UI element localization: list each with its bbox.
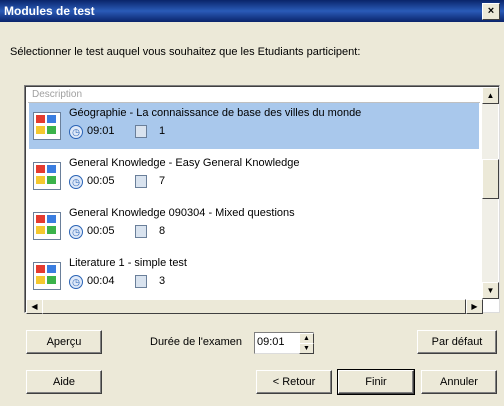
close-button[interactable]: × xyxy=(482,3,500,20)
item-name: General Knowledge 090304 - Mixed questio… xyxy=(69,207,295,219)
finish-button[interactable]: Finir xyxy=(337,369,415,395)
scroll-right-button[interactable]: ▶ xyxy=(466,299,483,314)
item-time: 00:04 xyxy=(87,275,115,287)
test-list[interactable]: Description Géographie - La connaissance… xyxy=(24,85,500,314)
window-title: Modules de test xyxy=(4,4,95,18)
item-name: General Knowledge - Easy General Knowled… xyxy=(69,157,300,169)
spinner-arrows[interactable]: ▲ ▼ xyxy=(299,333,314,354)
questions-icon xyxy=(135,225,147,238)
list-item[interactable]: Literature 1 - simple test ◷ 00:04 3 xyxy=(29,253,479,299)
item-count: 3 xyxy=(159,275,166,287)
item-count: 1 xyxy=(159,125,166,137)
questions-icon xyxy=(135,125,147,138)
test-module-icon xyxy=(33,162,61,190)
item-time: 00:05 xyxy=(87,225,115,237)
scroll-down-button[interactable]: ▼ xyxy=(482,282,499,299)
scroll-up-button[interactable]: ▲ xyxy=(482,87,499,104)
test-module-icon xyxy=(33,112,61,140)
horizontal-scroll-thumb[interactable] xyxy=(42,299,466,314)
clock-icon: ◷ xyxy=(69,225,83,239)
item-count: 8 xyxy=(159,225,166,237)
clock-icon: ◷ xyxy=(69,175,83,189)
clock-icon: ◷ xyxy=(69,125,83,139)
item-name: Literature 1 - simple test xyxy=(69,257,187,269)
vertical-scrollbar[interactable]: ▲ ▼ xyxy=(482,87,499,299)
item-count: 7 xyxy=(159,175,166,187)
item-time: 09:01 xyxy=(87,125,115,137)
column-header-description[interactable]: Description xyxy=(28,87,480,103)
title-bar: Modules de test × xyxy=(0,0,504,22)
clock-icon: ◷ xyxy=(69,275,83,289)
list-item[interactable]: Géographie - La connaissance de base des… xyxy=(29,103,479,149)
list-item[interactable]: General Knowledge 090304 - Mixed questio… xyxy=(29,203,479,249)
questions-icon xyxy=(135,275,147,288)
preview-button[interactable]: Aperçu xyxy=(26,330,102,354)
instruction-text: Sélectionner le test auquel vous souhait… xyxy=(10,46,361,58)
duration-value[interactable]: 09:01 xyxy=(257,336,285,348)
duration-spinner[interactable]: 09:01 ▲ ▼ xyxy=(254,332,314,354)
duration-label: Durée de l'examen xyxy=(150,336,242,348)
vertical-scroll-thumb[interactable] xyxy=(482,159,499,199)
scroll-left-button[interactable]: ◀ xyxy=(26,299,43,314)
item-time: 00:05 xyxy=(87,175,115,187)
spin-down-button[interactable]: ▼ xyxy=(299,343,314,354)
help-button[interactable]: Aide xyxy=(26,370,102,394)
cancel-button[interactable]: Annuler xyxy=(421,370,497,394)
list-item[interactable]: General Knowledge - Easy General Knowled… xyxy=(29,153,479,199)
back-button[interactable]: < Retour xyxy=(256,370,332,394)
list-items-area: Géographie - La connaissance de base des… xyxy=(26,103,480,300)
test-module-icon xyxy=(33,262,61,290)
item-name: Géographie - La connaissance de base des… xyxy=(69,107,362,119)
horizontal-scrollbar[interactable]: ◀ ▶ xyxy=(26,299,483,314)
questions-icon xyxy=(135,175,147,188)
test-module-icon xyxy=(33,212,61,240)
default-button[interactable]: Par défaut xyxy=(417,330,497,354)
